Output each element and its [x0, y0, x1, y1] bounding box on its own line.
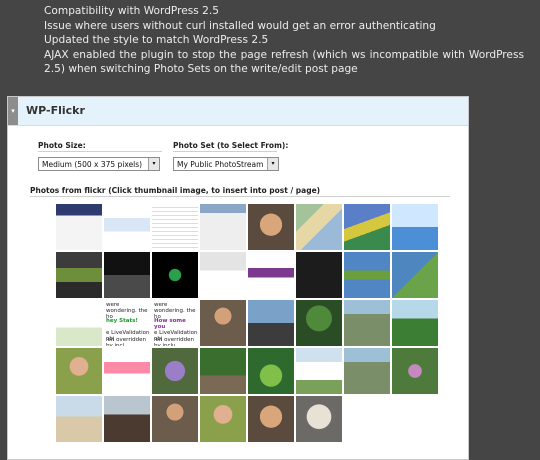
photo-set-label: Photo Set (to Select From): — [173, 141, 289, 150]
panel-title: WP-Flickr — [26, 104, 85, 117]
thumbnail-image[interactable] — [392, 204, 438, 250]
thumbnail-image[interactable] — [200, 252, 246, 298]
changelog-list: Compatibility with WordPress 2.5 Issue w… — [44, 4, 524, 77]
thumbnail-image[interactable] — [344, 348, 390, 394]
chevron-down-icon: ▾ — [148, 158, 159, 170]
thumbnail-image[interactable] — [296, 348, 342, 394]
thumbnail-image[interactable]: were wondering. the ho How some you e Li… — [152, 300, 198, 346]
changelog-item: AJAX enabled the plugin to stop the page… — [44, 48, 524, 76]
thumbnail-image[interactable] — [296, 396, 342, 442]
divider — [30, 196, 450, 197]
thumbnail-image[interactable] — [200, 396, 246, 442]
thumbnail-image[interactable] — [56, 252, 102, 298]
thumbnail-image[interactable] — [392, 348, 438, 394]
thumbnail-image[interactable] — [248, 252, 294, 298]
thumbnail-image[interactable] — [104, 252, 150, 298]
thumbnail-image[interactable] — [392, 300, 438, 346]
thumbnail-image[interactable] — [248, 204, 294, 250]
photos-label: Photos from flickr (Click thumbnail imag… — [30, 186, 321, 195]
thumbnail-image[interactable] — [296, 300, 342, 346]
photo-size-label: Photo Size: — [38, 141, 86, 150]
thumbnail-image[interactable] — [200, 348, 246, 394]
thumbnail-image[interactable] — [248, 300, 294, 346]
thumbnail-image[interactable] — [200, 204, 246, 250]
thumbnail-image[interactable] — [344, 252, 390, 298]
divider — [38, 151, 162, 152]
thumbnail-image[interactable] — [296, 204, 342, 250]
thumbnail-image[interactable] — [344, 300, 390, 346]
thumbnail-image[interactable] — [152, 252, 198, 298]
photo-set-select[interactable]: My Public PhotoStream ▾ — [173, 157, 279, 171]
thumbnail-image[interactable] — [104, 348, 150, 394]
thumbnail-image[interactable]: were wondering. the ho hey Stats! e Live… — [104, 300, 150, 346]
thumbnail-image[interactable] — [56, 348, 102, 394]
thumbnail-image[interactable] — [56, 204, 102, 250]
changelog-item: Issue where users without curl installed… — [44, 19, 436, 32]
thumbnail-image[interactable] — [152, 348, 198, 394]
thumbnail-text: hey Stats! — [106, 318, 138, 324]
divider — [173, 151, 277, 152]
thumbnail-image[interactable] — [392, 252, 438, 298]
thumbnail-image[interactable] — [56, 300, 102, 346]
chevron-down-icon: ▾ — [267, 158, 278, 170]
changelog-item: Updated the style to match WordPress 2.5 — [44, 34, 269, 46]
thumbnail-text: ien overridden by incl — [106, 337, 146, 346]
thumbnail-text: How some you — [154, 318, 186, 330]
thumbnail-image[interactable] — [104, 396, 150, 442]
changelog-item: Compatibility with WordPress 2.5 — [44, 5, 220, 17]
thumbnail-image[interactable] — [104, 204, 150, 250]
thumbnail-image[interactable] — [200, 300, 246, 346]
photo-set-value: My Public PhotoStream — [177, 160, 264, 169]
thumbnail-image[interactable] — [296, 252, 342, 298]
thumbnail-image[interactable] — [248, 396, 294, 442]
thumbnail-image[interactable] — [344, 204, 390, 250]
thumbnail-text: ien overridden by inclu — [154, 337, 194, 346]
panel-header: ▾ WP-Flickr — [8, 97, 468, 126]
thumbnail-image[interactable] — [248, 348, 294, 394]
thumbnail-image[interactable] — [152, 204, 198, 250]
thumbnail-image[interactable] — [152, 396, 198, 442]
collapse-toggle-icon[interactable]: ▾ — [8, 97, 18, 125]
photo-size-select[interactable]: Medium (500 x 375 pixels) ▾ — [38, 157, 160, 171]
thumbnail-image[interactable] — [56, 396, 102, 442]
photo-size-value: Medium (500 x 375 pixels) — [42, 160, 143, 169]
